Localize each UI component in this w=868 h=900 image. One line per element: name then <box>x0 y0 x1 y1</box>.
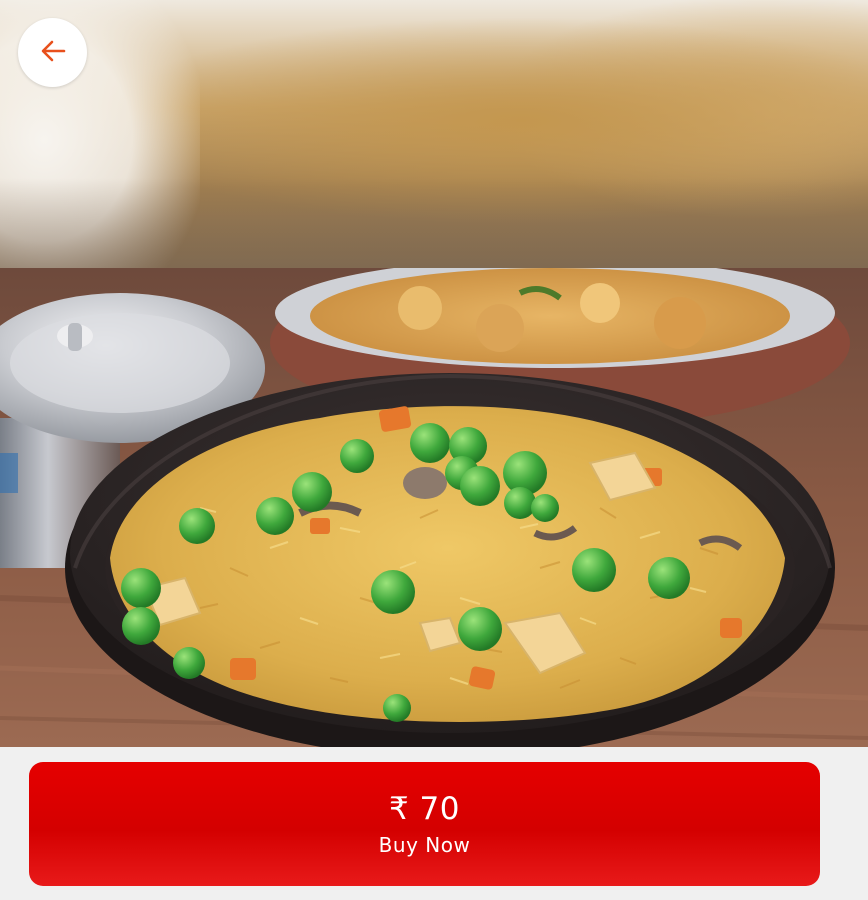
back-button[interactable] <box>18 18 87 87</box>
blurred-header-background <box>0 0 868 268</box>
arrow-left-icon <box>37 35 69 71</box>
buy-now-label: Buy Now <box>378 833 471 857</box>
product-detail-screen: ₹ 70 Buy Now <box>0 0 868 900</box>
buy-now-button[interactable]: ₹ 70 Buy Now <box>29 762 820 886</box>
purchase-bar: ₹ 70 Buy Now <box>0 747 868 900</box>
price-label: ₹ 70 <box>388 791 461 827</box>
product-image <box>0 268 868 747</box>
